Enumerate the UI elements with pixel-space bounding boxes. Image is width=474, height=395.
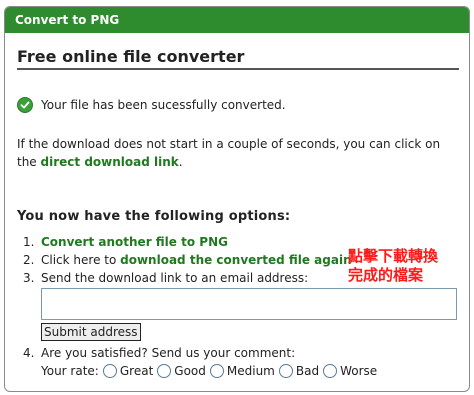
annotation-note: 點擊下載轉換 完成的檔案 bbox=[348, 247, 438, 285]
option-4-text: Are you satisfied? Send us your comment: bbox=[41, 346, 296, 360]
rate-worse-radio[interactable] bbox=[323, 364, 338, 378]
rate-bad-label: Bad bbox=[295, 364, 320, 378]
rate-great-label: Great bbox=[119, 364, 154, 378]
rate-bad-radio[interactable] bbox=[278, 364, 293, 378]
rate-medium-label: Medium bbox=[226, 364, 275, 378]
rate-good-radio[interactable] bbox=[157, 364, 172, 378]
options-heading: You now have the following options: bbox=[17, 209, 291, 224]
option-number: 2. bbox=[23, 253, 35, 267]
submit-address-button[interactable]: Submit address bbox=[41, 323, 141, 341]
header-bar: Convert to PNG bbox=[5, 7, 469, 33]
success-text: Your file has been sucessfully converted… bbox=[41, 98, 286, 112]
download-again-link[interactable]: download the converted file again bbox=[120, 253, 351, 267]
check-circle-icon bbox=[17, 97, 33, 113]
header-title: Convert to PNG bbox=[15, 13, 120, 27]
convert-another-link[interactable]: Convert another file to PNG bbox=[41, 235, 228, 249]
rate-medium-radio[interactable] bbox=[209, 364, 224, 378]
rate-label: Your rate: bbox=[41, 364, 99, 378]
option-number: 1. bbox=[23, 235, 35, 249]
rate-worse-label: Worse bbox=[340, 364, 378, 378]
converter-panel: Convert to PNG Free online file converte… bbox=[4, 6, 470, 392]
option-number: 3. bbox=[23, 271, 35, 285]
rating-group: Your rate: Great Good Medium Bad Worse bbox=[41, 363, 377, 379]
annotation-line-2: 完成的檔案 bbox=[348, 266, 424, 284]
annotation-line-1: 點擊下載轉換 bbox=[348, 247, 439, 265]
download-info-period: . bbox=[178, 155, 183, 169]
option-number: 4. bbox=[23, 346, 35, 360]
page-title: Free online file converter bbox=[17, 47, 459, 70]
success-message: Your file has been sucessfully converted… bbox=[17, 97, 286, 113]
option-3-text: Send the download link to an email addre… bbox=[41, 271, 309, 285]
email-input[interactable] bbox=[41, 288, 457, 320]
option-2-text: Click here to bbox=[41, 253, 117, 267]
direct-download-link[interactable]: direct download link bbox=[41, 155, 179, 169]
rate-great-radio[interactable] bbox=[102, 364, 117, 378]
rate-good-label: Good bbox=[174, 364, 206, 378]
download-info: If the download does not start in a coup… bbox=[17, 135, 457, 171]
option-4: 4. Are you satisfied? Send us your commen… bbox=[17, 346, 295, 360]
